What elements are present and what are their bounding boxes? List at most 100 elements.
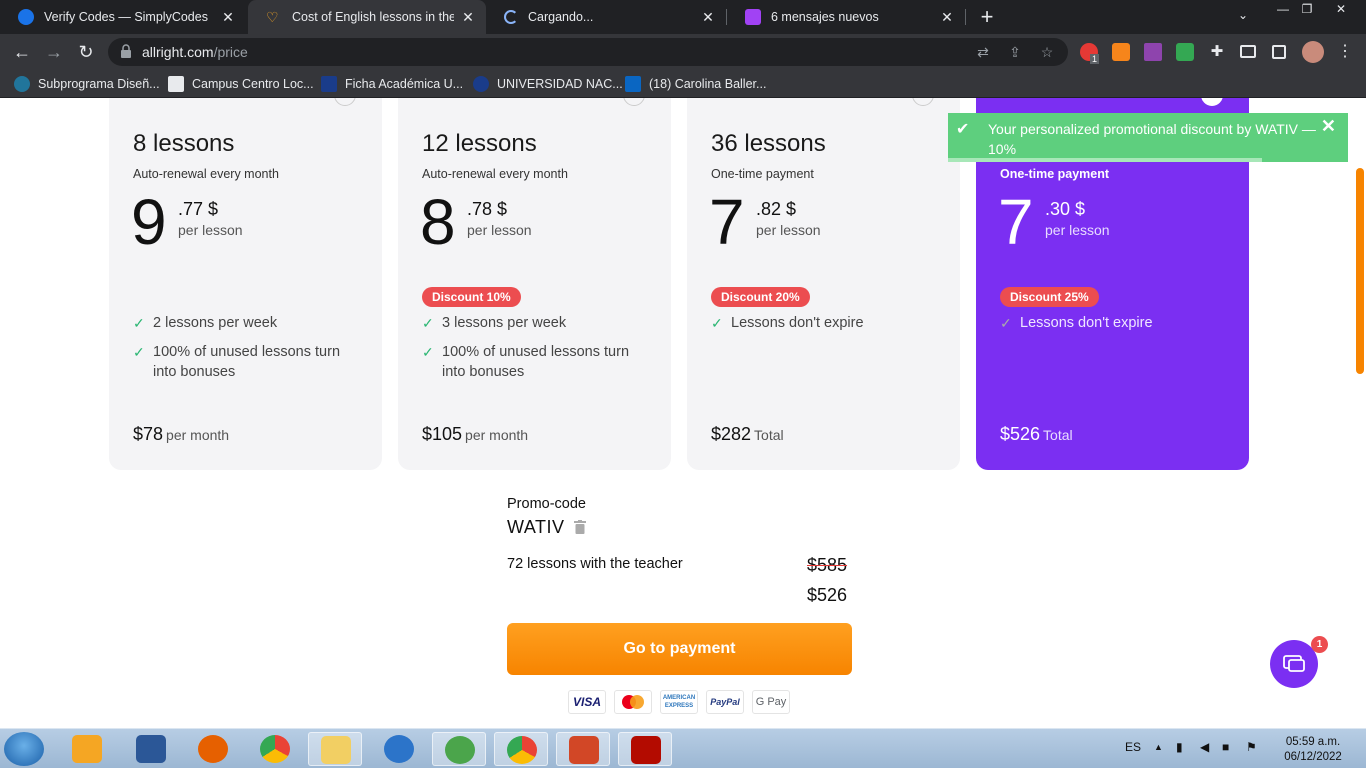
profile-avatar[interactable] [1302, 41, 1324, 63]
cast-icon[interactable] [1240, 45, 1256, 58]
word-icon [136, 735, 166, 763]
menu-kebab-icon[interactable]: ⋮ [1336, 43, 1354, 61]
address-bar[interactable]: allright.com/price ⇄ ⇪ ☆ [108, 38, 1068, 66]
tab-loading[interactable]: Cargando... ✕ [486, 0, 726, 34]
tray-expand-icon[interactable]: ▲ [1154, 742, 1163, 752]
plan-card-36-lessons[interactable]: 36 lessons One-time payment 7 .82 $ per … [687, 98, 960, 470]
feather-extension-icon[interactable] [1144, 43, 1162, 61]
plan-total-suffix: per month [465, 427, 529, 443]
plan-radio[interactable] [334, 98, 356, 106]
bookmark-item[interactable]: Ficha Académica U... [321, 76, 463, 92]
metamask-icon[interactable] [1112, 43, 1130, 61]
forward-arrow-icon[interactable]: → [42, 40, 66, 64]
promo-discount-toast: ✔ Your personalized promotional discount… [948, 113, 1348, 162]
plan-total-amount: $282 [711, 424, 752, 444]
taskbar-firefox[interactable] [186, 732, 240, 766]
bookmark-item[interactable]: Subprograma Diseñ... [14, 76, 160, 92]
wordpress-icon [14, 76, 30, 92]
bookmark-item[interactable]: Campus Centro Loc... [168, 76, 314, 92]
translate-icon[interactable]: ⇄ [974, 43, 992, 61]
restore-icon[interactable]: ❐ [1294, 0, 1320, 18]
plan-card-12-lessons[interactable]: 12 lessons Auto-renewal every month 8 .7… [398, 98, 671, 470]
bookmarks-bar: Subprograma Diseñ... Campus Centro Loc..… [0, 70, 1366, 98]
back-arrow-icon[interactable]: ← [10, 40, 34, 64]
action-center-flag-icon[interactable]: ⚑ [1246, 740, 1257, 754]
tab-search-chevron-icon[interactable]: ⌄ [1238, 8, 1248, 22]
plan-feature: ✓ 2 lessons per week [133, 313, 363, 333]
taskbar-acrobat[interactable] [618, 732, 672, 766]
side-panel-icon[interactable] [1272, 45, 1286, 59]
plan-renewal: One-time payment [1000, 167, 1110, 181]
plan-price-whole: 7 [709, 186, 745, 258]
visa-logo: VISA [568, 690, 606, 714]
university-crest-icon [321, 76, 337, 92]
taskbar-chrome[interactable] [248, 732, 302, 766]
close-icon[interactable]: ✕ [1321, 116, 1336, 137]
plan-total-suffix: Total [1043, 427, 1073, 443]
close-window-icon[interactable]: ✕ [1328, 0, 1354, 18]
taskbar-word[interactable] [124, 732, 178, 766]
tab-allright-price[interactable]: ♡ Cost of English lessons in the onl ✕ [248, 0, 486, 34]
tab-verify-codes[interactable]: Verify Codes — SimplyCodes ✕ [0, 0, 246, 34]
plan-radio-selected[interactable] [1201, 98, 1223, 106]
discount-badge: Discount 20% [711, 287, 810, 307]
close-tab-icon[interactable]: ✕ [939, 9, 955, 26]
plan-price-whole: 9 [131, 186, 167, 258]
plan-renewal: Auto-renewal every month [422, 167, 568, 181]
plan-feature-text: Lessons don't expire [731, 315, 864, 331]
minimize-icon[interactable]: — [1270, 0, 1296, 18]
plan-feature: ✓ 100% of unused lessons turn into bonus… [133, 342, 363, 382]
device-icon[interactable]: ■ [1222, 740, 1229, 754]
close-tab-icon[interactable]: ✕ [700, 9, 716, 26]
bookmark-label: Ficha Académica U... [345, 77, 464, 91]
plan-radio[interactable] [623, 98, 645, 106]
windows-start-button[interactable] [4, 732, 44, 766]
plan-radio[interactable] [912, 98, 934, 106]
trash-icon[interactable] [574, 520, 586, 534]
plan-total-suffix: Total [754, 427, 784, 443]
taskbar-chrome-active[interactable] [494, 732, 548, 766]
close-tab-icon[interactable]: ✕ [460, 9, 476, 26]
taskbar-media-player[interactable] [60, 732, 114, 766]
share-icon[interactable]: ⇪ [1006, 43, 1024, 61]
plan-feature-text: 3 lessons per week [442, 315, 567, 331]
lock-icon [121, 44, 131, 58]
network-signal-icon[interactable]: ▮ [1176, 740, 1183, 754]
new-tab-button[interactable]: + [976, 4, 998, 30]
media-player-icon [72, 735, 102, 763]
tab-mail[interactable]: 6 mensajes nuevos ✕ [727, 0, 965, 34]
go-to-payment-button[interactable]: Go to payment [507, 623, 852, 675]
discount-badge: Discount 25% [1000, 287, 1099, 307]
url-text: allright.com/price [142, 44, 248, 60]
checkmark-icon: ✓ [422, 315, 434, 331]
bookmark-star-icon[interactable]: ☆ [1038, 43, 1056, 61]
toast-progress-bar [948, 158, 1262, 162]
green-extension-icon[interactable] [1176, 43, 1194, 61]
plan-feature-text: 2 lessons per week [153, 315, 278, 331]
bookmark-item[interactable]: (18) Carolina Baller... [625, 76, 766, 92]
plan-feature-text: 100% of unused lessons turn into bonuses [442, 344, 630, 380]
plan-lessons-count: 8 lessons [133, 130, 235, 157]
language-indicator[interactable]: ES [1125, 740, 1141, 754]
extensions-puzzle-icon[interactable]: ✚ [1208, 43, 1226, 61]
plan-total: $78 per month [133, 424, 229, 445]
powerpoint-icon [569, 736, 599, 764]
taskbar-utorrent[interactable] [432, 732, 486, 766]
taskbar-powerpoint[interactable] [556, 732, 610, 766]
chat-notification-badge: 1 [1311, 636, 1328, 653]
taskbar-file-explorer[interactable] [308, 732, 362, 766]
taskbar-thunderbird[interactable] [372, 732, 426, 766]
volume-icon[interactable]: ◀ [1200, 740, 1209, 754]
reload-icon[interactable]: ↻ [74, 40, 98, 64]
checkmark-icon: ✓ [133, 344, 145, 360]
url-domain: allright.com [142, 44, 214, 60]
promo-code-label: Promo-code [507, 496, 586, 512]
plan-card-8-lessons[interactable]: 8 lessons Auto-renewal every month 9 .77… [109, 98, 382, 470]
promo-code-value: WATIV [507, 517, 565, 537]
browser-tab-strip: Verify Codes — SimplyCodes ✕ ♡ Cost of E… [0, 0, 1366, 34]
page-scrollbar-thumb[interactable] [1356, 168, 1364, 374]
extension-badge: 1 [1090, 54, 1100, 64]
bookmark-item[interactable]: UNIVERSIDAD NAC... [473, 76, 623, 92]
close-tab-icon[interactable]: ✕ [220, 9, 236, 26]
system-clock[interactable]: 05:59 a.m. 06/12/2022 [1278, 735, 1348, 765]
